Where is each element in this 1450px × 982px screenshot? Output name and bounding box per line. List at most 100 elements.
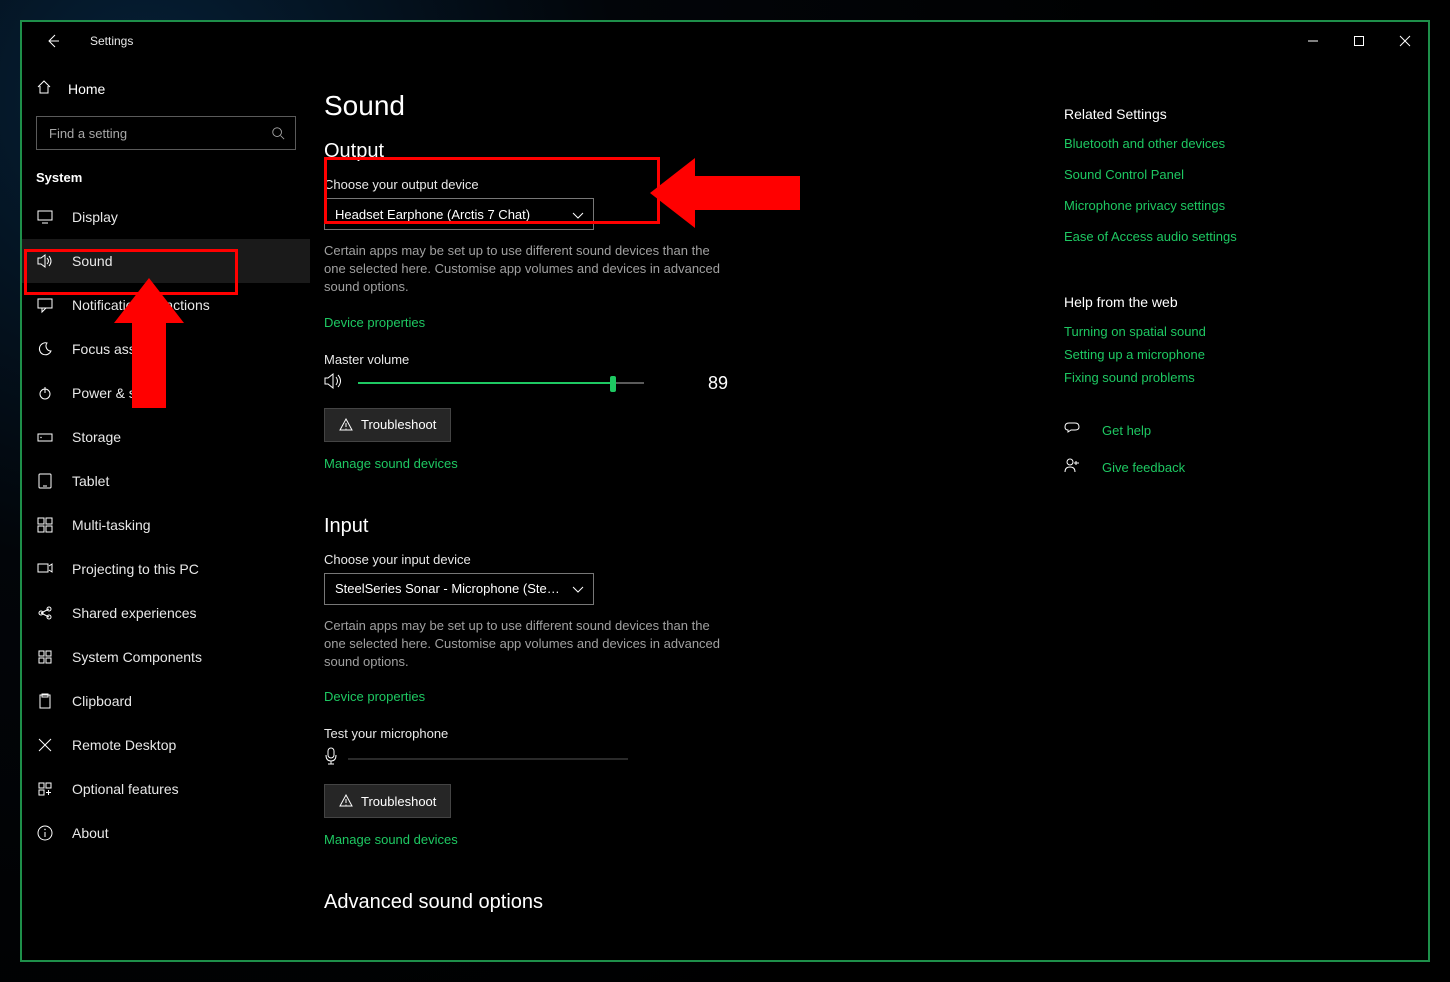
related-link[interactable]: Bluetooth and other devices: [1064, 136, 1398, 151]
feedback-icon: [1064, 458, 1084, 477]
help-title: Help from the web: [1064, 294, 1398, 310]
right-rail: Related Settings Bluetooth and other dev…: [1064, 60, 1428, 960]
clipboard-icon: [36, 693, 54, 709]
project-icon: [36, 561, 54, 577]
arrow-left-icon: [45, 33, 61, 49]
test-mic-label: Test your microphone: [324, 726, 1034, 741]
input-troubleshoot-button[interactable]: Troubleshoot: [324, 784, 451, 818]
related-link[interactable]: Microphone privacy settings: [1064, 198, 1398, 213]
sidebar-item-shared-experiences[interactable]: Shared experiences: [22, 591, 310, 635]
sidebar-item-optional-features[interactable]: Optional features: [22, 767, 310, 811]
sidebar-item-label: Remote Desktop: [72, 737, 176, 753]
sidebar-item-about[interactable]: About: [22, 811, 310, 855]
sidebar-home[interactable]: Home: [22, 68, 310, 110]
remote-icon: [36, 737, 54, 753]
close-icon: [1400, 36, 1410, 46]
help-link[interactable]: Turning on spatial sound: [1064, 324, 1398, 339]
sidebar-item-system-components[interactable]: System Components: [22, 635, 310, 679]
speaker-icon: [36, 253, 54, 269]
page-title: Sound: [324, 90, 1034, 122]
sidebar-item-notifications-actions[interactable]: Notifications & actions: [22, 283, 310, 327]
power-icon: [36, 385, 54, 401]
sidebar-home-label: Home: [68, 81, 105, 97]
app-title: Settings: [90, 34, 133, 48]
output-troubleshoot-button[interactable]: Troubleshoot: [324, 408, 451, 442]
sidebar-item-sound[interactable]: Sound: [22, 239, 310, 283]
settings-window: Settings Home: [22, 22, 1428, 960]
minimize-button[interactable]: [1290, 25, 1336, 57]
help-link[interactable]: Setting up a microphone: [1064, 347, 1398, 362]
sidebar-item-label: Tablet: [72, 473, 109, 489]
help-link[interactable]: Fixing sound problems: [1064, 370, 1398, 385]
master-volume-label: Master volume: [324, 352, 1034, 367]
output-manage-link[interactable]: Manage sound devices: [324, 456, 458, 471]
get-help-link[interactable]: Get help: [1102, 423, 1151, 438]
monitor-icon: [36, 209, 54, 225]
volume-value: 89: [708, 373, 728, 394]
close-button[interactable]: [1382, 25, 1428, 57]
info-icon: [36, 825, 54, 841]
sidebar-item-projecting-to-this-pc[interactable]: Projecting to this PC: [22, 547, 310, 591]
input-choose-label: Choose your input device: [324, 552, 1034, 567]
main-content: Sound Output Choose your output device H…: [310, 60, 1064, 960]
minimize-icon: [1308, 36, 1318, 46]
search-icon: [271, 126, 285, 140]
output-description: Certain apps may be set up to use differ…: [324, 242, 724, 297]
output-choose-label: Choose your output device: [324, 177, 1034, 192]
sidebar-item-label: Notifications & actions: [72, 297, 210, 313]
related-settings-title: Related Settings: [1064, 106, 1398, 122]
search-input-wrap[interactable]: [36, 116, 296, 150]
related-link[interactable]: Ease of Access audio settings: [1064, 229, 1398, 244]
volume-slider[interactable]: [358, 382, 644, 384]
maximize-icon: [1354, 36, 1364, 46]
sidebar-item-focus-assist[interactable]: Focus assist: [22, 327, 310, 371]
sidebar-item-label: Power & sleep: [72, 385, 162, 401]
maximize-button[interactable]: [1336, 25, 1382, 57]
troubleshoot-label: Troubleshoot: [361, 417, 436, 432]
drive-icon: [36, 429, 54, 445]
windows-icon: [36, 517, 54, 533]
sidebar-item-multi-tasking[interactable]: Multi-tasking: [22, 503, 310, 547]
output-device-properties-link[interactable]: Device properties: [324, 315, 425, 330]
sidebar-item-label: Display: [72, 209, 118, 225]
back-button[interactable]: [40, 28, 66, 54]
sidebar-item-clipboard[interactable]: Clipboard: [22, 679, 310, 723]
sidebar-item-label: Sound: [72, 253, 112, 269]
input-device-value: SteelSeries Sonar - Microphone (Ste…: [335, 581, 560, 596]
tablet-icon: [36, 473, 54, 489]
give-feedback-link[interactable]: Give feedback: [1102, 460, 1185, 475]
sidebar-item-label: Clipboard: [72, 693, 132, 709]
input-device-properties-link[interactable]: Device properties: [324, 689, 425, 704]
sidebar-item-label: Projecting to this PC: [72, 561, 199, 577]
output-heading: Output: [324, 140, 1034, 163]
speaker-icon[interactable]: [324, 373, 344, 394]
search-input[interactable]: [47, 125, 271, 142]
sidebar-item-label: About: [72, 825, 109, 841]
home-icon: [36, 79, 52, 100]
warning-icon: [339, 794, 353, 808]
sidebar-nav: Display Sound Notifications & actions Focus…: [22, 195, 310, 855]
sidebar-item-display[interactable]: Display: [22, 195, 310, 239]
sidebar-item-label: Multi-tasking: [72, 517, 151, 533]
help-icon: [1064, 421, 1084, 440]
sidebar-item-power-sleep[interactable]: Power & sleep: [22, 371, 310, 415]
message-icon: [36, 297, 54, 313]
sidebar-item-tablet[interactable]: Tablet: [22, 459, 310, 503]
output-device-dropdown[interactable]: Headset Earphone (Arctis 7 Chat): [324, 198, 594, 230]
input-device-dropdown[interactable]: SteelSeries Sonar - Microphone (Ste…: [324, 573, 594, 605]
share-icon: [36, 605, 54, 621]
sidebar-item-label: System Components: [72, 649, 202, 665]
sidebar-item-label: Optional features: [72, 781, 179, 797]
related-link[interactable]: Sound Control Panel: [1064, 167, 1398, 182]
sidebar-item-storage[interactable]: Storage: [22, 415, 310, 459]
sidebar: Home System Display Sound Notifications & …: [22, 60, 310, 960]
sidebar-section-label: System: [22, 170, 310, 185]
input-heading: Input: [324, 515, 1034, 538]
warning-icon: [339, 418, 353, 432]
slider-thumb[interactable]: [610, 376, 616, 392]
output-device-value: Headset Earphone (Arctis 7 Chat): [335, 207, 530, 222]
moon-icon: [36, 341, 54, 357]
sidebar-item-remote-desktop[interactable]: Remote Desktop: [22, 723, 310, 767]
titlebar: Settings: [22, 22, 1428, 60]
input-manage-link[interactable]: Manage sound devices: [324, 832, 458, 847]
